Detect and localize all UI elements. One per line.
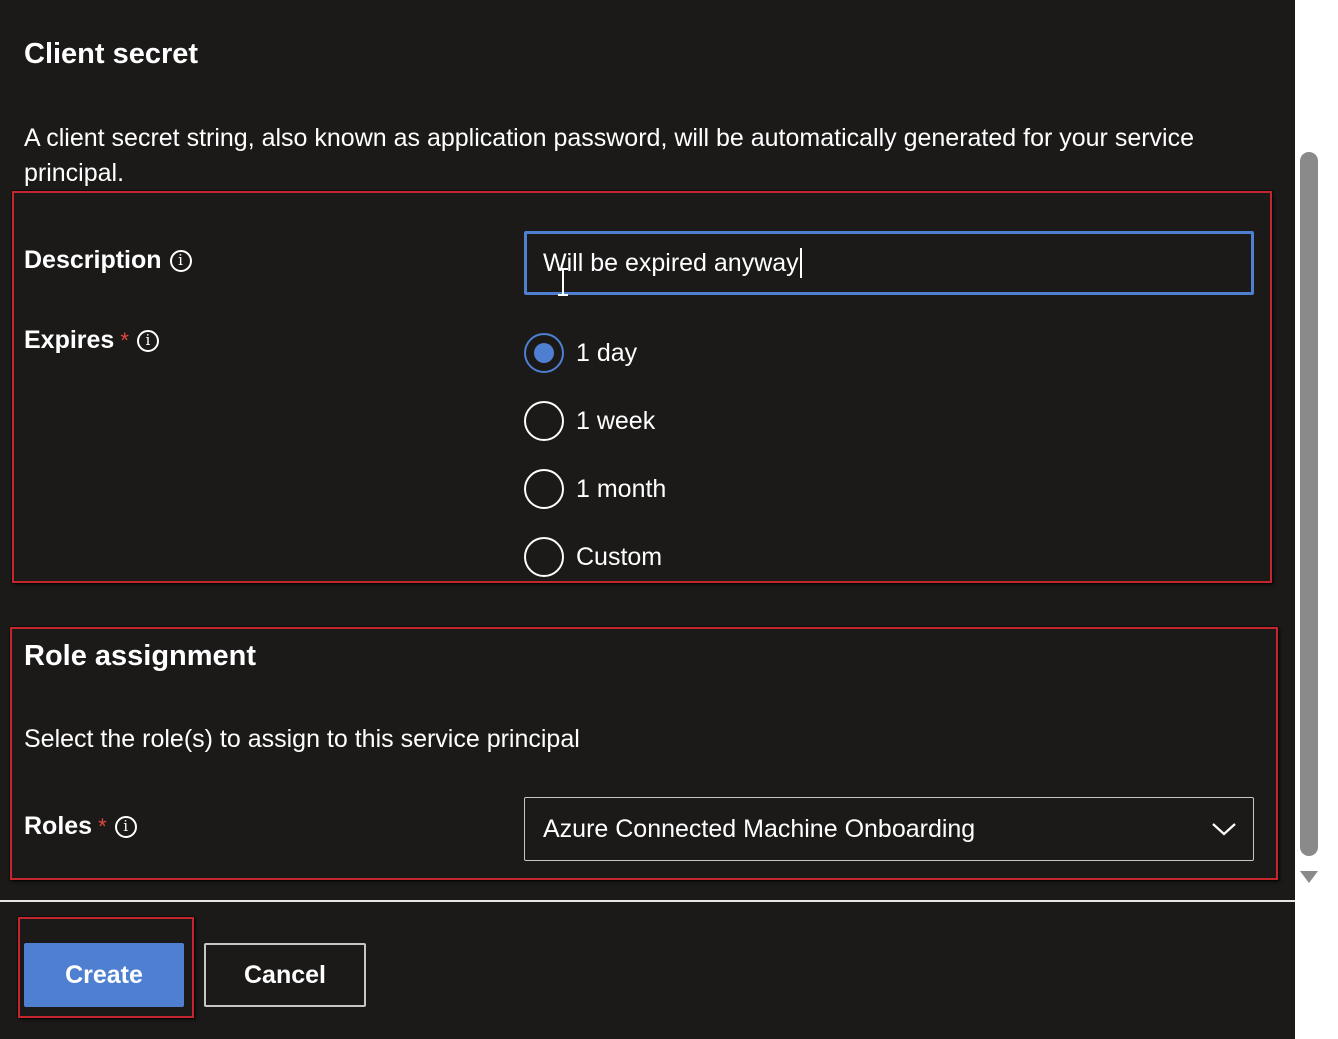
expires-option-label: 1 day bbox=[576, 338, 638, 367]
role-assignment-heading: Role assignment bbox=[24, 640, 257, 672]
description-label-row: Description i bbox=[24, 246, 192, 275]
description-input-value: Will be expired anyway bbox=[543, 248, 799, 277]
scrollbar-thumb[interactable] bbox=[1300, 152, 1318, 856]
radio-dot bbox=[534, 343, 554, 363]
expires-option-1-month[interactable]: 1 month bbox=[524, 469, 666, 509]
required-marker: * bbox=[120, 327, 129, 353]
create-button[interactable]: Create bbox=[24, 943, 184, 1007]
vertical-scrollbar[interactable] bbox=[1295, 0, 1338, 1039]
expires-label-row: Expires * i bbox=[24, 326, 159, 355]
expires-option-label: 1 week bbox=[576, 406, 656, 435]
description-label: Description bbox=[24, 246, 162, 274]
radio-checked-icon[interactable] bbox=[524, 333, 564, 373]
expires-option-1-day[interactable]: 1 day bbox=[524, 333, 637, 373]
client-secret-description: A client secret string, also known as ap… bbox=[24, 124, 1195, 187]
role-assignment-description: Select the role(s) to assign to this ser… bbox=[24, 725, 580, 753]
expires-label: Expires bbox=[24, 326, 115, 354]
info-icon[interactable]: i bbox=[136, 329, 159, 352]
expires-option-label: 1 month bbox=[576, 474, 667, 503]
radio-icon[interactable] bbox=[524, 537, 564, 577]
client-secret-heading: Client secret bbox=[24, 38, 199, 70]
footer-divider bbox=[0, 900, 1295, 902]
roles-label: Roles bbox=[24, 812, 93, 840]
description-input[interactable]: Will be expired anyway bbox=[524, 231, 1254, 295]
create-service-principal-panel: Client secret A client secret string, al… bbox=[0, 0, 1338, 1039]
ibeam-cursor-icon bbox=[558, 268, 568, 296]
expires-option-1-week[interactable]: 1 week bbox=[524, 401, 655, 441]
expires-option-custom[interactable]: Custom bbox=[524, 537, 662, 577]
roles-dropdown[interactable]: Azure Connected Machine Onboarding bbox=[524, 797, 1254, 861]
radio-icon[interactable] bbox=[524, 469, 564, 509]
roles-dropdown-value: Azure Connected Machine Onboarding bbox=[543, 814, 976, 843]
text-caret bbox=[799, 248, 802, 278]
chevron-down-icon bbox=[1212, 823, 1236, 836]
form-scroll-area: Client secret A client secret string, al… bbox=[0, 0, 1295, 900]
expires-option-label: Custom bbox=[576, 542, 663, 571]
scroll-down-arrow-icon[interactable] bbox=[1300, 871, 1318, 883]
roles-label-row: Roles * i bbox=[24, 812, 137, 841]
radio-icon[interactable] bbox=[524, 401, 564, 441]
info-icon[interactable]: i bbox=[169, 249, 192, 272]
required-marker: * bbox=[98, 813, 107, 839]
cancel-button[interactable]: Cancel bbox=[204, 943, 366, 1007]
info-icon[interactable]: i bbox=[114, 815, 137, 838]
